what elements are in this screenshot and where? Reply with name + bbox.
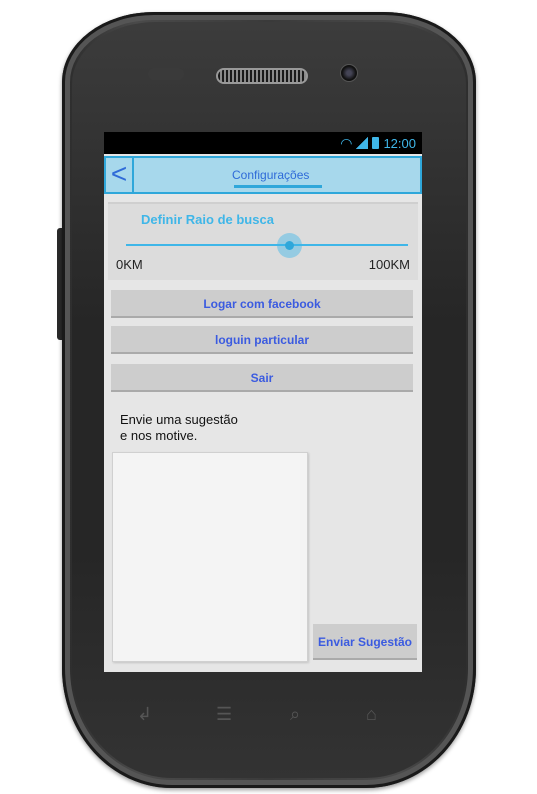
send-suggestion-button[interactable]: Enviar Sugestão xyxy=(313,624,417,660)
signal-icon xyxy=(356,137,369,149)
private-login-button[interactable]: loguin particular xyxy=(111,326,413,354)
status-time: 12:00 xyxy=(383,135,416,151)
earpiece-speaker xyxy=(216,68,308,84)
front-camera xyxy=(340,64,358,82)
slider-thumb[interactable] xyxy=(285,241,295,250)
slider-track[interactable] xyxy=(126,244,408,246)
back-nav-icon[interactable]: ↲ xyxy=(137,704,152,725)
home-nav-icon[interactable]: ⌂ xyxy=(366,704,377,725)
suggestion-label-line2: e nos motive. xyxy=(120,428,198,443)
facebook-login-button[interactable]: Logar com facebook xyxy=(111,290,413,318)
suggestion-label: Envie uma sugestão e nos motive. xyxy=(120,412,280,444)
search-radius-panel: Definir Raio de busca 0KM 100KM xyxy=(108,202,418,280)
battery-icon xyxy=(372,137,380,149)
tab-indicator xyxy=(234,185,322,188)
back-button[interactable]: < xyxy=(106,158,134,192)
search-nav-icon[interactable]: ⌕ xyxy=(290,704,300,725)
tab-configuracoes[interactable]: Configurações xyxy=(232,168,309,182)
wifi-icon: ◠ xyxy=(340,134,353,151)
slider-min-label: 0KM xyxy=(116,257,143,272)
proximity-sensor xyxy=(148,68,184,80)
action-bar: < Configurações xyxy=(104,156,422,194)
slider-title: Definir Raio de busca xyxy=(141,212,274,227)
suggestion-label-line1: Envie uma sugestão xyxy=(120,412,238,427)
exit-button[interactable]: Sair xyxy=(111,364,413,392)
suggestion-input[interactable] xyxy=(112,452,308,662)
device-screen: ◠ 12:00 < Configurações Definir Raio de … xyxy=(104,132,422,672)
menu-nav-icon[interactable]: ☰ xyxy=(216,704,232,725)
slider-max-label: 100KM xyxy=(368,257,410,272)
status-bar: ◠ 12:00 xyxy=(104,132,422,154)
